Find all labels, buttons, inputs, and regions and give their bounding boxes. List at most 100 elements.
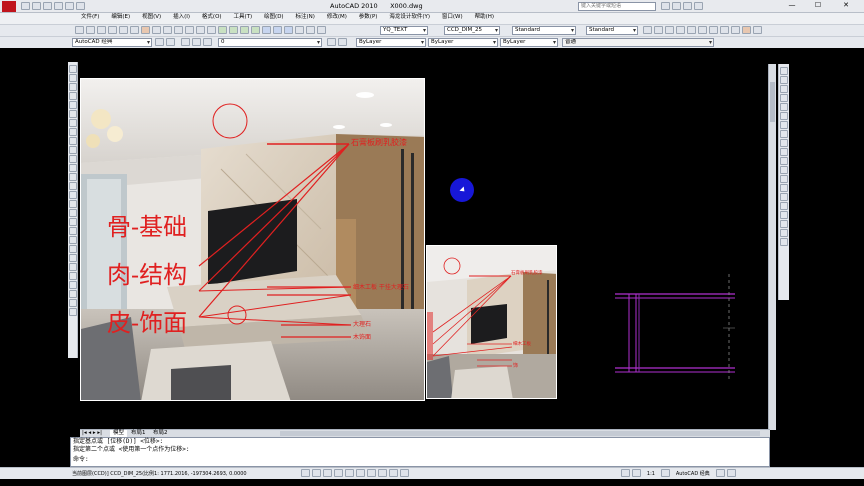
save-icon[interactable]	[97, 26, 106, 34]
break-icon[interactable]	[780, 166, 788, 174]
model-space-icon[interactable]	[621, 469, 630, 477]
scale-icon[interactable]	[780, 130, 788, 138]
undo-icon[interactable]	[54, 2, 63, 10]
layer-isolate-icon[interactable]	[676, 26, 685, 34]
publish-icon[interactable]	[130, 26, 139, 34]
make-current-icon[interactable]	[665, 26, 674, 34]
dyn-icon[interactable]	[378, 469, 387, 477]
explode-icon[interactable]	[780, 202, 788, 210]
close-button[interactable]: ✕	[836, 1, 856, 9]
polygon-icon[interactable]	[68, 92, 77, 100]
snap-icon[interactable]	[301, 469, 310, 477]
circle-icon[interactable]	[68, 119, 77, 127]
undo-icon[interactable]	[196, 26, 205, 34]
menu-dimension[interactable]: 标注(N)	[291, 13, 320, 22]
tab-layout1[interactable]: 布局1	[128, 430, 149, 437]
menu-parametric[interactable]: 参数(P)	[354, 13, 383, 22]
redo-icon[interactable]	[65, 2, 74, 10]
lightbulb-icon[interactable]	[181, 38, 190, 46]
main-photo[interactable]: 石膏板刷乳胶漆 骨-基础 肉-结构 皮-饰面 细木工板 干挂大理石 大理石 木饰…	[80, 78, 425, 401]
vertical-scrollbar[interactable]	[768, 64, 776, 430]
copy-icon[interactable]	[780, 76, 788, 84]
multileader-style-select[interactable]: Standard	[586, 26, 638, 35]
print-icon[interactable]	[76, 2, 85, 10]
layer-prev-icon[interactable]	[654, 26, 663, 34]
zoom-window-icon[interactable]	[240, 26, 249, 34]
layer-match-icon[interactable]	[753, 26, 762, 34]
move-icon[interactable]	[68, 290, 77, 298]
menu-window[interactable]: 窗口(W)	[437, 13, 468, 22]
new-icon[interactable]	[21, 2, 30, 10]
array-icon[interactable]	[780, 103, 788, 111]
table-style-select[interactable]: Standard	[512, 26, 576, 35]
layer-manager-icon[interactable]	[166, 38, 175, 46]
layer-freeze-icon[interactable]	[687, 26, 696, 34]
layer-merge-icon[interactable]	[720, 26, 729, 34]
make-object-layer-current-icon[interactable]	[327, 38, 336, 46]
menu-insert[interactable]: 插入(I)	[168, 13, 195, 22]
lengthen-icon[interactable]	[780, 211, 788, 219]
command-window[interactable]: 指定基点或 [位移(D)] <位移>: 指定第二个点或 <使用第一个点作为位移>…	[70, 437, 770, 467]
plotstyle-select[interactable]: 普通	[562, 38, 714, 47]
clean-screen-icon[interactable]	[726, 469, 736, 477]
lock-icon[interactable]	[715, 469, 725, 477]
chamfer-icon[interactable]	[780, 184, 788, 192]
linetype-select[interactable]: ByLayer	[428, 38, 498, 47]
scale-icon[interactable]	[68, 308, 77, 316]
quickcalc-icon[interactable]	[317, 26, 326, 34]
layer-select[interactable]: 0	[218, 38, 322, 47]
move-icon[interactable]	[780, 112, 788, 120]
small-photo[interactable]: 石膏板刷乳胶漆 细木工板 饰	[426, 245, 557, 399]
gradient-icon[interactable]	[68, 200, 77, 208]
rotate-icon[interactable]	[68, 299, 77, 307]
ellipse-icon[interactable]	[68, 146, 77, 154]
menu-view[interactable]: 视图(V)	[137, 13, 166, 22]
search-icon[interactable]	[661, 2, 670, 10]
lineweight-select[interactable]: ByLayer	[500, 38, 558, 47]
copy-icon[interactable]	[152, 26, 161, 34]
maximize-button[interactable]: ☐	[808, 1, 828, 9]
horizontal-scrollbar[interactable]	[280, 431, 760, 436]
zoom-realtime-icon[interactable]	[229, 26, 238, 34]
trim-icon[interactable]	[780, 148, 788, 156]
mirror-icon[interactable]	[780, 85, 788, 93]
color-select[interactable]: ByLayer	[356, 38, 426, 47]
make-block-icon[interactable]	[68, 173, 77, 181]
copy-object-icon[interactable]	[68, 254, 77, 262]
workspace-settings-icon[interactable]	[155, 38, 164, 46]
annotation-scale[interactable]: 1:1	[647, 471, 655, 477]
workspace-select[interactable]: AutoCAD 经典	[72, 38, 152, 47]
menu-draw[interactable]: 绘图(D)	[259, 13, 289, 22]
ducs-icon[interactable]	[367, 469, 376, 477]
sheet-set-icon[interactable]	[295, 26, 304, 34]
preview-icon[interactable]	[119, 26, 128, 34]
erase-icon[interactable]	[780, 67, 788, 75]
mirror-icon[interactable]	[68, 263, 77, 271]
tab-last-icon[interactable]: ▸|	[97, 430, 102, 436]
tab-model[interactable]: 模型	[110, 430, 128, 437]
redo-icon[interactable]	[207, 26, 216, 34]
markup-icon[interactable]	[306, 26, 315, 34]
menu-edit[interactable]: 编辑(E)	[106, 13, 135, 22]
array-icon[interactable]	[68, 281, 77, 289]
stretch-icon[interactable]	[780, 139, 788, 147]
mtext-icon[interactable]	[68, 227, 77, 235]
workspace-switch[interactable]: AutoCAD 经典	[676, 471, 710, 477]
annotation-visibility-icon[interactable]	[660, 469, 670, 477]
menu-format[interactable]: 格式(O)	[197, 13, 227, 22]
table-icon[interactable]	[68, 218, 77, 226]
command-prompt[interactable]: 命令:	[71, 456, 769, 464]
construction-line-icon[interactable]	[68, 74, 77, 82]
layer-previous-icon[interactable]	[338, 38, 347, 46]
layer-delete-icon[interactable]	[731, 26, 740, 34]
tab-layout2[interactable]: 布局2	[150, 430, 171, 437]
menu-file[interactable]: 文件(F)	[76, 13, 104, 22]
text-style-select[interactable]: YQ_TEXT	[380, 26, 428, 35]
scroll-thumb[interactable]	[770, 82, 775, 122]
minimize-button[interactable]: —	[782, 1, 802, 9]
otrack-icon[interactable]	[356, 469, 365, 477]
rectangle-icon[interactable]	[68, 101, 77, 109]
offset-icon[interactable]	[780, 94, 788, 102]
layer-lock-icon[interactable]	[709, 26, 718, 34]
pedit-icon[interactable]	[780, 220, 788, 228]
